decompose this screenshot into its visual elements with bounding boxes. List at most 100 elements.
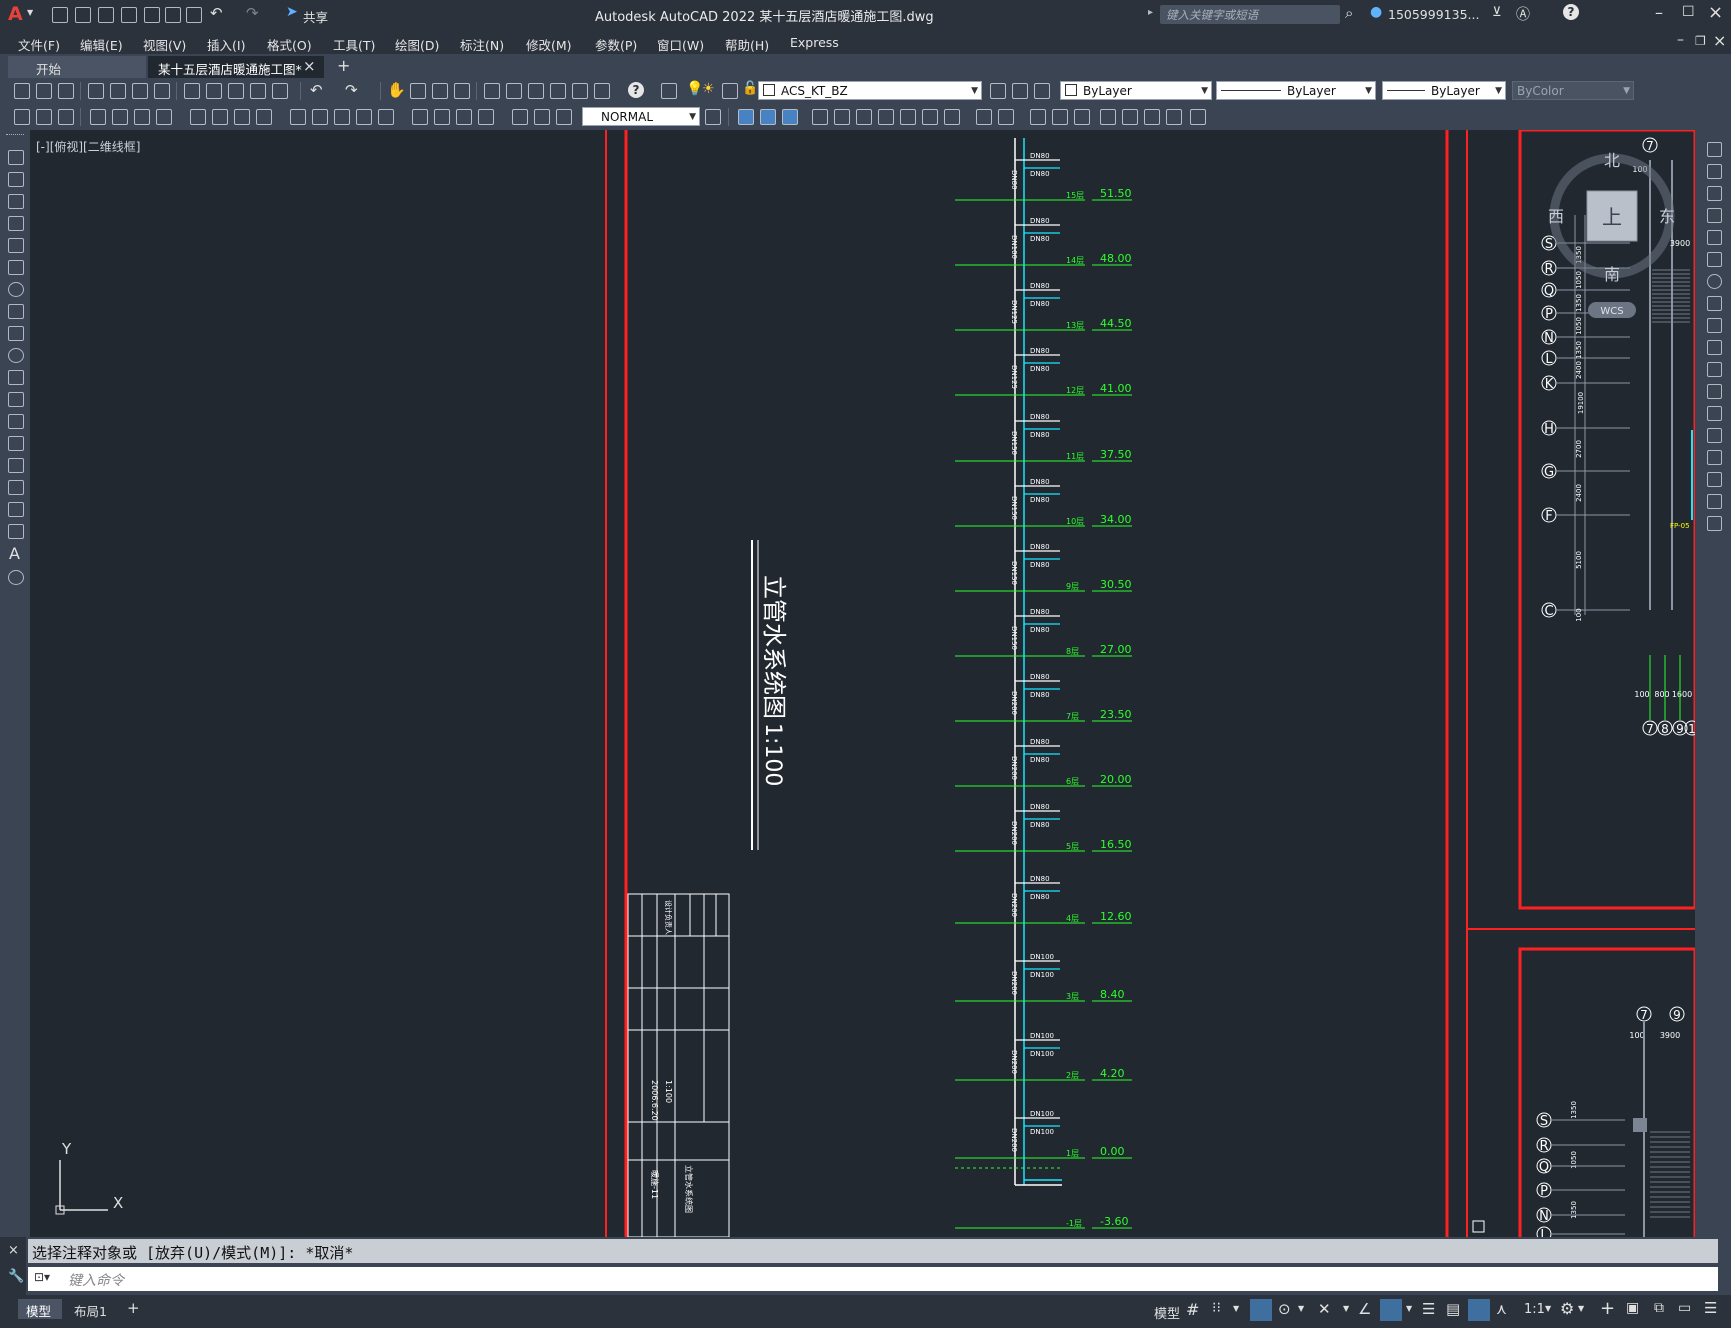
doc-minimize-icon[interactable]: – <box>1677 32 1684 48</box>
draworder-front-icon[interactable] <box>738 109 754 125</box>
isodraft-icon[interactable]: ✕ <box>1318 1300 1331 1318</box>
menu-view[interactable]: 视图(V) <box>143 35 186 54</box>
dim-radius-icon[interactable] <box>190 109 206 125</box>
help-tb-icon[interactable]: ? <box>628 82 644 98</box>
ellipse-arc-icon[interactable] <box>8 370 24 385</box>
region-left-icon[interactable] <box>8 502 24 517</box>
grid-icon[interactable]: # <box>1186 1300 1199 1319</box>
menu-window[interactable]: 窗口(W) <box>657 35 704 54</box>
layer-lock-icon[interactable]: 🔓 <box>742 81 758 96</box>
dim-baseline-icon[interactable] <box>312 109 328 125</box>
qnew-icon[interactable] <box>14 83 30 99</box>
properties-icon[interactable] <box>484 83 500 99</box>
dim-diameter-icon[interactable] <box>234 109 250 125</box>
app-menu-chevron-icon[interactable]: ▼ <box>27 8 33 17</box>
xclip-icon[interactable] <box>998 109 1014 125</box>
chevron-down-icon[interactable]: ▼ <box>1343 1304 1349 1313</box>
design-center-icon[interactable] <box>506 83 522 99</box>
add-selected-icon[interactable] <box>8 570 24 585</box>
tab-layout1[interactable]: 布局1 <box>74 1301 107 1320</box>
workspace-gear-icon[interactable]: ⚙ <box>1560 1299 1574 1318</box>
image-icon[interactable] <box>1190 109 1206 125</box>
user-icon[interactable]: ● <box>1370 4 1382 20</box>
polygon-icon[interactable] <box>8 216 24 231</box>
customization-icon[interactable]: ☰ <box>1704 1299 1717 1317</box>
construction-line-icon[interactable] <box>8 172 24 187</box>
clean-screen-icon[interactable]: ▭ <box>1678 1300 1691 1316</box>
snap-icon[interactable]: ⁝⁝ <box>1212 1300 1221 1316</box>
compass-west[interactable]: 西 <box>1548 207 1564 226</box>
annotation-visibility-icon[interactable] <box>1468 1299 1490 1321</box>
block-editor-icon[interactable] <box>272 83 288 99</box>
model-space-button[interactable]: 模型 <box>1154 1303 1180 1322</box>
open-file-icon[interactable] <box>75 7 91 23</box>
linetype-dropdown[interactable]: ByLayer ▼ <box>1216 81 1376 100</box>
compass-east[interactable]: 东 <box>1659 207 1675 226</box>
chamfer-icon[interactable] <box>1707 450 1722 465</box>
menu-edit[interactable]: 编辑(E) <box>80 35 123 54</box>
dim-update-icon[interactable] <box>556 109 572 125</box>
print-preview-icon[interactable] <box>110 83 126 99</box>
autocad-logo[interactable]: A <box>8 3 23 25</box>
new-tab-button[interactable]: + <box>337 56 350 75</box>
break-point-icon[interactable] <box>1707 384 1722 399</box>
command-prompt-icon[interactable]: ⊡▾ <box>34 1270 50 1284</box>
layer-state-icon[interactable] <box>58 109 74 125</box>
tab-document[interactable]: 某十五层酒店暖通施工图* × <box>148 56 324 78</box>
close-cmd-icon[interactable]: × <box>8 1243 19 1258</box>
osnap-icon[interactable] <box>1380 1299 1402 1321</box>
circle-icon[interactable] <box>8 282 24 297</box>
print-icon[interactable] <box>88 83 104 99</box>
autodesk-app-icon[interactable]: Ⓐ <box>1516 4 1530 24</box>
user-name[interactable]: 1505999135... <box>1388 7 1479 22</box>
layer-on-icon[interactable]: 💡 <box>686 81 703 97</box>
share-icon[interactable]: ➤ <box>286 4 298 20</box>
group-select-icon[interactable] <box>878 109 894 125</box>
redo-tb-icon[interactable]: ↷ <box>345 81 358 99</box>
dim-continue-icon[interactable] <box>334 109 350 125</box>
chevron-down-icon[interactable]: ▼ <box>1233 1304 1239 1313</box>
group-bbox-icon[interactable] <box>900 109 916 125</box>
table-icon[interactable] <box>8 524 24 539</box>
layer-match-icon[interactable] <box>1012 83 1028 99</box>
markup-icon[interactable] <box>572 83 588 99</box>
draworder-above-icon[interactable] <box>782 109 798 125</box>
chevron-down-icon[interactable]: ▼ <box>1578 1304 1584 1313</box>
explode-icon[interactable] <box>1707 516 1722 531</box>
zoom-window-icon[interactable] <box>432 83 448 99</box>
compass-north[interactable]: 北 <box>1604 151 1620 170</box>
dim-break-icon[interactable] <box>378 109 394 125</box>
mirror-icon[interactable] <box>1707 186 1722 201</box>
menu-insert[interactable]: 插入(I) <box>207 35 245 54</box>
dim-space-icon[interactable] <box>356 109 372 125</box>
insert-block-left-icon[interactable] <box>8 392 24 407</box>
copy-object-icon[interactable] <box>1707 164 1722 179</box>
group-edit-icon[interactable] <box>856 109 872 125</box>
rectangle-icon[interactable] <box>8 238 24 253</box>
chevron-down-icon[interactable]: ▼ <box>1545 1304 1551 1313</box>
hardware-accel-icon[interactable]: ⧉ <box>1654 1300 1664 1316</box>
cut-icon[interactable] <box>184 83 200 99</box>
auto-scale-icon[interactable]: ⋏ <box>1496 1300 1507 1318</box>
make-block-icon[interactable] <box>8 414 24 429</box>
refedit-icon[interactable] <box>1052 109 1068 125</box>
create-block-icon[interactable] <box>1122 109 1138 125</box>
copy-icon[interactable] <box>206 83 222 99</box>
jogged-linear-icon[interactable] <box>478 109 494 125</box>
share-button[interactable]: 共享 <box>303 7 328 26</box>
dim-angular-icon[interactable] <box>256 109 272 125</box>
annotation-scale[interactable]: 1:1 <box>1524 1302 1545 1317</box>
doc-close-icon[interactable]: × <box>1713 31 1726 50</box>
tab-close-icon[interactable]: × <box>303 57 316 75</box>
save-web-icon[interactable] <box>165 7 181 23</box>
menu-parametric[interactable]: 参数(P) <box>595 35 637 54</box>
dimstyle-dropdown[interactable]: NORMAL ▼ <box>582 107 700 126</box>
group-icon[interactable] <box>812 109 828 125</box>
match-prop-icon[interactable] <box>250 83 266 99</box>
attdef-icon[interactable] <box>1144 109 1160 125</box>
menu-express[interactable]: Express <box>790 35 839 50</box>
color-dropdown[interactable]: ByLayer ▼ <box>1060 81 1212 100</box>
open-web-icon[interactable] <box>144 7 160 23</box>
search-expand-icon[interactable]: ▸ <box>1148 7 1153 18</box>
dim-style-icon[interactable] <box>705 109 721 125</box>
